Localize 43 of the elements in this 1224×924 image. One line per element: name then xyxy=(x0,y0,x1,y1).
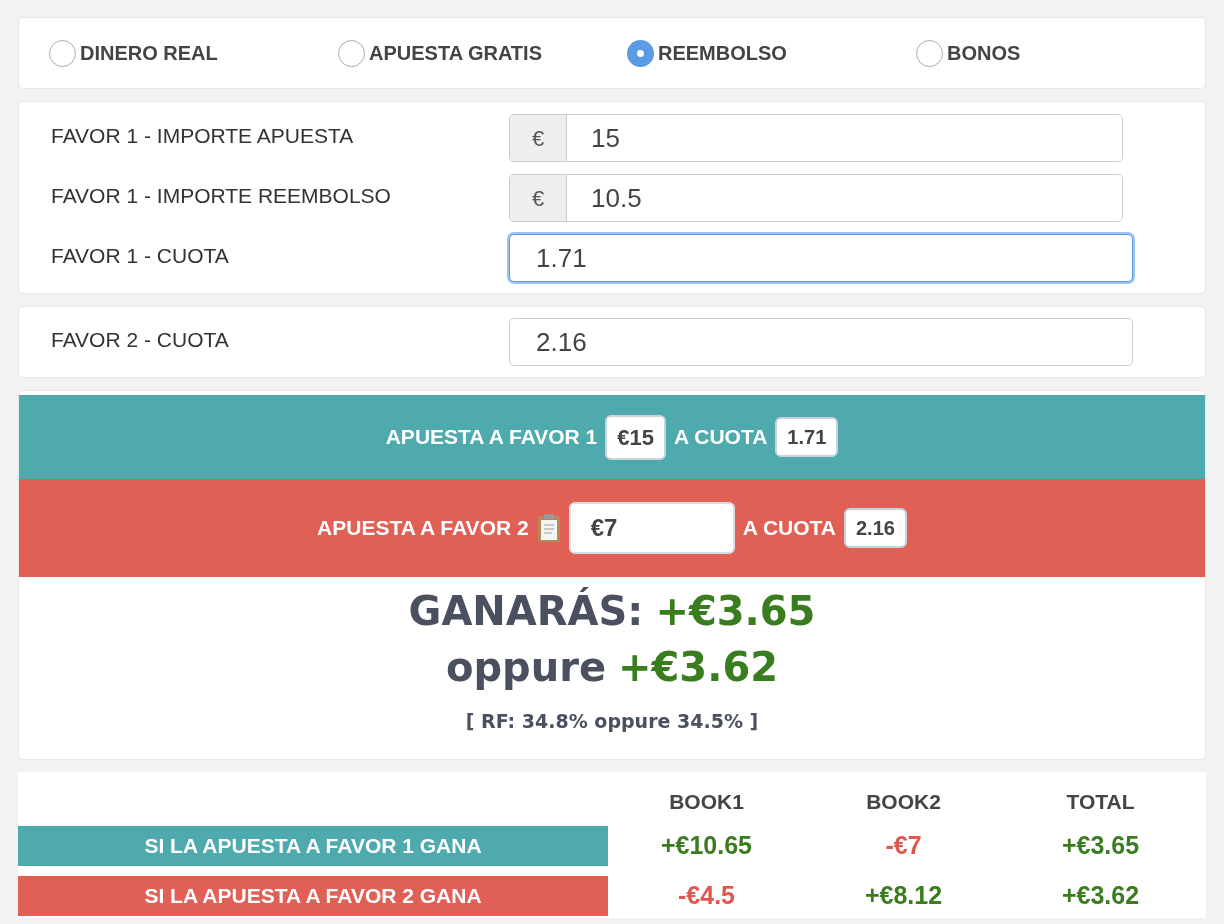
stake-value: €15 xyxy=(605,414,666,460)
radio-label[interactable]: BONOS xyxy=(947,38,1021,68)
profit-label: GANARÁS: xyxy=(408,586,644,636)
input-field[interactable]: 1.71 xyxy=(509,234,1133,282)
field-label: FAVOR 2 - CUOTA xyxy=(50,327,230,353)
alt-label: oppure xyxy=(445,643,606,692)
column-header: BOOK2 xyxy=(865,789,942,815)
table-cell-text: +€10.65 xyxy=(659,830,754,862)
odds-label: A CUOTA xyxy=(674,424,768,451)
table-cell-text: +€3.62 xyxy=(1060,880,1141,912)
bet-label: APUESTA A FAVOR 2 xyxy=(317,515,529,542)
input-field[interactable]: 2.16 xyxy=(509,318,1133,366)
input-field[interactable]: € 10.5 xyxy=(509,174,1123,222)
stake-input[interactable]: €7 xyxy=(568,502,735,554)
radio-label[interactable]: APUESTA GRATIS xyxy=(369,38,542,68)
odds-label: A CUOTA xyxy=(742,515,836,542)
currency-addon: € xyxy=(510,175,567,221)
table-cell-text: +€8.12 xyxy=(863,880,944,912)
currency-addon: € xyxy=(510,115,567,161)
table-cell-text: +€3.65 xyxy=(1060,830,1141,862)
radio-button[interactable] xyxy=(627,39,654,67)
field-label: FAVOR 1 - IMPORTE APUESTA xyxy=(50,123,355,149)
field-label: FAVOR 1 - CUOTA xyxy=(50,243,230,269)
input-field[interactable]: € 15 xyxy=(509,114,1123,162)
column-header: BOOK1 xyxy=(668,789,745,815)
table-cell-text: -€4.5 xyxy=(677,880,736,912)
table-cell-text: -€7 xyxy=(884,830,923,862)
rating-text: [ RF: 34.8% oppure 34.5% ] xyxy=(465,709,759,734)
radio-button[interactable] xyxy=(338,39,365,67)
bet-label: APUESTA A FAVOR 1 xyxy=(385,424,598,451)
radio-label[interactable]: REEMBOLSO xyxy=(658,38,787,68)
row-label: SI LA APUESTA A FAVOR 2 GANA xyxy=(18,876,608,916)
row-label: SI LA APUESTA A FAVOR 1 GANA xyxy=(18,826,608,866)
odds-value: 1.71 xyxy=(775,417,839,457)
radio-button[interactable] xyxy=(916,39,943,67)
profit-value: +€3.65 xyxy=(655,587,816,636)
column-header: TOTAL xyxy=(1065,789,1136,815)
radio-label[interactable]: DINERO REAL xyxy=(80,38,218,68)
clipboard-icon xyxy=(536,513,561,543)
odds-value: 2.16 xyxy=(844,508,907,548)
field-label: FAVOR 1 - IMPORTE REEMBOLSO xyxy=(50,183,392,209)
alt-profit-value: +€3.62 xyxy=(618,643,779,692)
radio-button[interactable] xyxy=(49,39,76,67)
